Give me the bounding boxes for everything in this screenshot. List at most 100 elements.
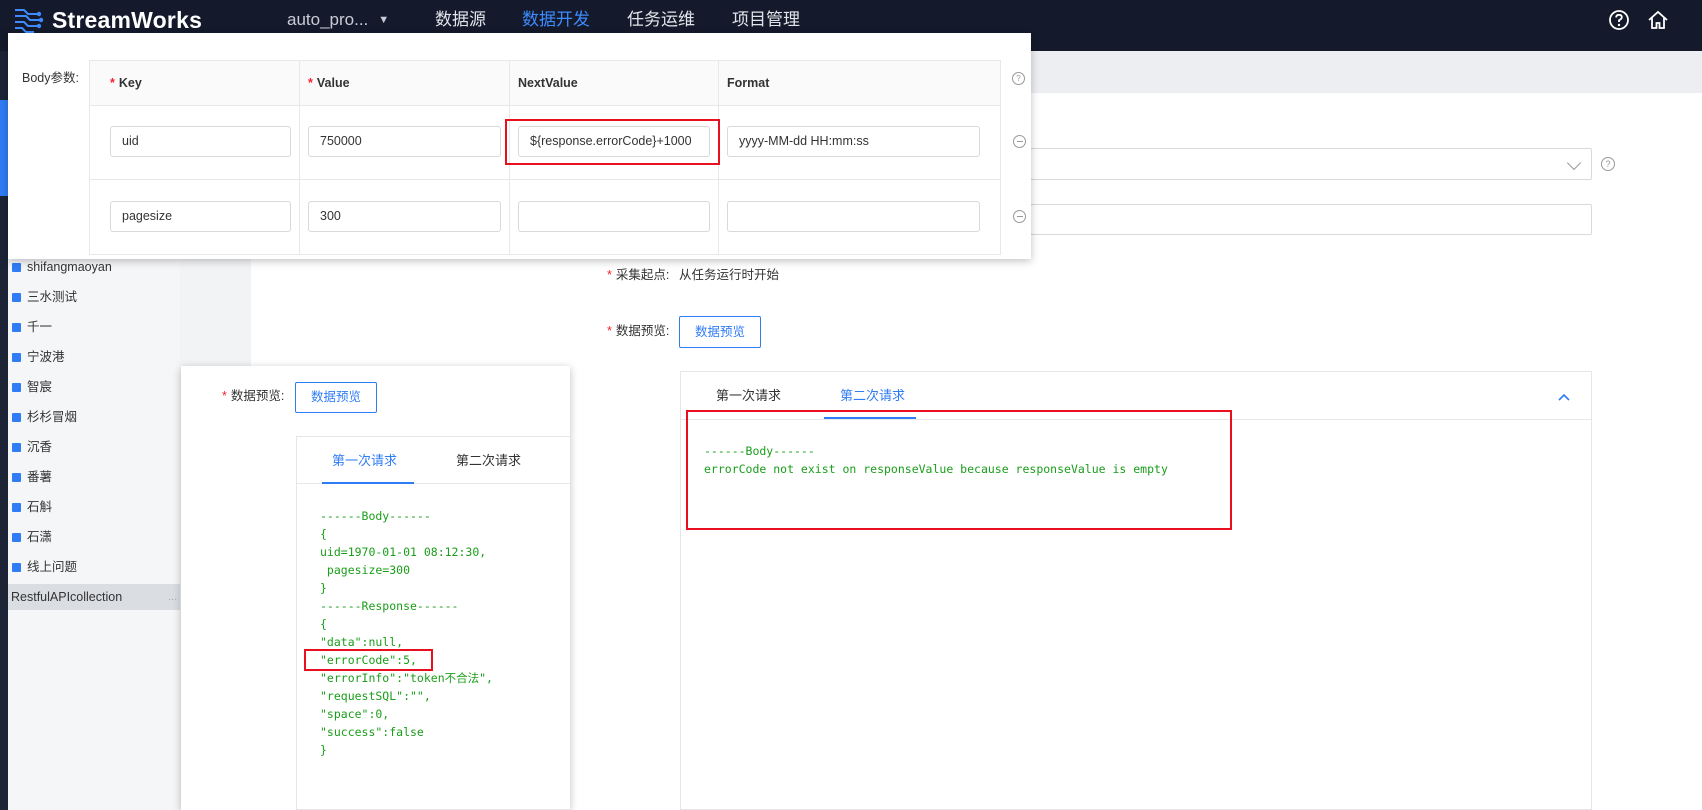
folder-icon [12, 473, 21, 482]
tree-item[interactable]: 智宸 [12, 373, 52, 401]
tree-item[interactable]: 三水测试 [12, 283, 77, 311]
folder-icon [12, 533, 21, 542]
tree-item[interactable]: 杉杉冒烟 [12, 403, 77, 431]
tree-item[interactable]: 石斛 [12, 493, 52, 521]
code-line: "space":0, [320, 707, 390, 721]
tree-item-label: 千一 [27, 320, 53, 334]
tree-item[interactable]: 线上问题 [12, 553, 77, 581]
project-selector[interactable]: auto_pro... ▼ [287, 9, 389, 31]
code-line: ------Response------ [320, 599, 459, 613]
tree-item-label: shifangmaoyan [27, 260, 112, 274]
value-input[interactable]: 750000 [308, 126, 501, 157]
data-preview-label: * 数据预览: [222, 389, 285, 403]
data-preview-button[interactable]: 数据预览 [679, 316, 761, 348]
tab-second-request[interactable]: 第二次请求 [840, 386, 905, 406]
highlight-box [505, 119, 720, 165]
help-icon[interactable]: ? [1012, 72, 1025, 85]
code-line: { [320, 617, 327, 631]
folder-icon [12, 353, 21, 362]
tree-item-label: 线上问题 [27, 560, 78, 574]
required-mark: * [308, 76, 313, 90]
code-line: } [320, 581, 327, 595]
tree-item-selected-label: RestfulAPIcollection [11, 590, 123, 604]
tree-item-label: 石斛 [27, 500, 53, 514]
next-value-input[interactable] [518, 201, 710, 232]
required-mark: * [607, 268, 612, 282]
folder-icon [12, 383, 21, 392]
code-line: } [320, 743, 327, 757]
tab-first-request[interactable]: 第一次请求 [716, 386, 781, 406]
url-input[interactable] [1030, 204, 1592, 235]
code-line: uid=1970-01-01 08:12:30, [320, 545, 487, 559]
nav-data-development[interactable]: 数据开发 [522, 9, 590, 31]
code-line: "errorInfo":"token不合法", [320, 671, 493, 685]
folder-icon [12, 263, 21, 272]
chevron-down-icon [1566, 155, 1582, 171]
key-input[interactable]: uid [110, 126, 291, 157]
required-mark: * [222, 389, 227, 403]
middle-column [251, 257, 411, 367]
app-logo-text: StreamWorks [52, 7, 203, 33]
required-mark: * [607, 324, 612, 338]
highlight-box [304, 649, 433, 671]
col-divider [299, 61, 300, 254]
remove-row-icon[interactable] [1013, 210, 1026, 223]
code-line: "requestSQL":"", [320, 689, 431, 703]
tree-item[interactable]: 番薯 [12, 463, 52, 491]
col-header-value: * Value [308, 76, 350, 90]
format-input[interactable]: yyyy-MM-dd HH:mm:ss [727, 126, 980, 157]
row-divider [89, 179, 1001, 180]
highlight-box [686, 410, 1232, 530]
col-header-key: * Key [110, 76, 142, 90]
tab-second-request[interactable]: 第二次请求 [456, 451, 521, 471]
row-divider [89, 105, 1001, 106]
left-menu-active-indicator[interactable] [0, 100, 8, 196]
home-icon[interactable] [1647, 9, 1669, 31]
tree-item[interactable]: 千一 [12, 313, 52, 341]
tree-item-label: 三水测试 [27, 290, 78, 304]
tree-item[interactable]: 沉香 [12, 433, 52, 461]
tab-header-strip [1030, 51, 1702, 93]
code-line: pagesize=300 [320, 563, 411, 577]
folder-icon [12, 443, 21, 452]
nav-task-ops[interactable]: 任务运维 [627, 9, 695, 31]
nav-project-management[interactable]: 项目管理 [732, 9, 800, 31]
body-params-label: Body参数: [22, 71, 79, 85]
tree-item-label: 智宸 [27, 380, 53, 394]
data-preview-button[interactable]: 数据预览 [295, 382, 377, 413]
code-line: "success":false [320, 725, 424, 739]
folder-icon [12, 563, 21, 572]
col-header-next-value: NextValue [518, 76, 578, 90]
tree-item-label: 宁波港 [27, 350, 65, 364]
help-icon[interactable] [1608, 9, 1630, 31]
tree-item-label: 石潇 [27, 530, 53, 544]
streamworks-logo-icon [15, 9, 44, 33]
code-line: { [320, 527, 327, 541]
remove-row-icon[interactable] [1013, 135, 1026, 148]
format-input[interactable] [727, 201, 980, 232]
code-line: ------Body------ [320, 509, 431, 523]
value-input[interactable]: 300 [308, 201, 501, 232]
collect-start-label: * 采集起点: [607, 268, 670, 282]
nav-data-source[interactable]: 数据源 [435, 9, 486, 31]
more-icon[interactable]: ... [168, 584, 177, 610]
tree-item-label: 杉杉冒烟 [27, 410, 78, 424]
preview-card [296, 436, 570, 810]
col-header-format: Format [727, 76, 770, 90]
tree-item[interactable]: 石潇 [12, 523, 52, 551]
mode-select[interactable] [1030, 148, 1592, 180]
caret-down-icon: ▼ [378, 14, 390, 26]
tab-first-request[interactable]: 第一次请求 [332, 451, 397, 471]
help-icon[interactable]: ? [1601, 157, 1615, 171]
required-mark: * [110, 76, 115, 90]
chevron-up-icon[interactable] [1558, 393, 1570, 401]
tree-item-label: 沉香 [27, 440, 53, 454]
collect-start-value: 从任务运行时开始 [679, 268, 780, 282]
folder-icon [12, 293, 21, 302]
tree-item-label: 番薯 [27, 470, 53, 484]
tree-item[interactable]: 宁波港 [12, 343, 65, 371]
folder-icon [12, 323, 21, 332]
folder-icon [12, 503, 21, 512]
key-input[interactable]: pagesize [110, 201, 291, 232]
data-preview-label: * 数据预览: [607, 324, 670, 338]
